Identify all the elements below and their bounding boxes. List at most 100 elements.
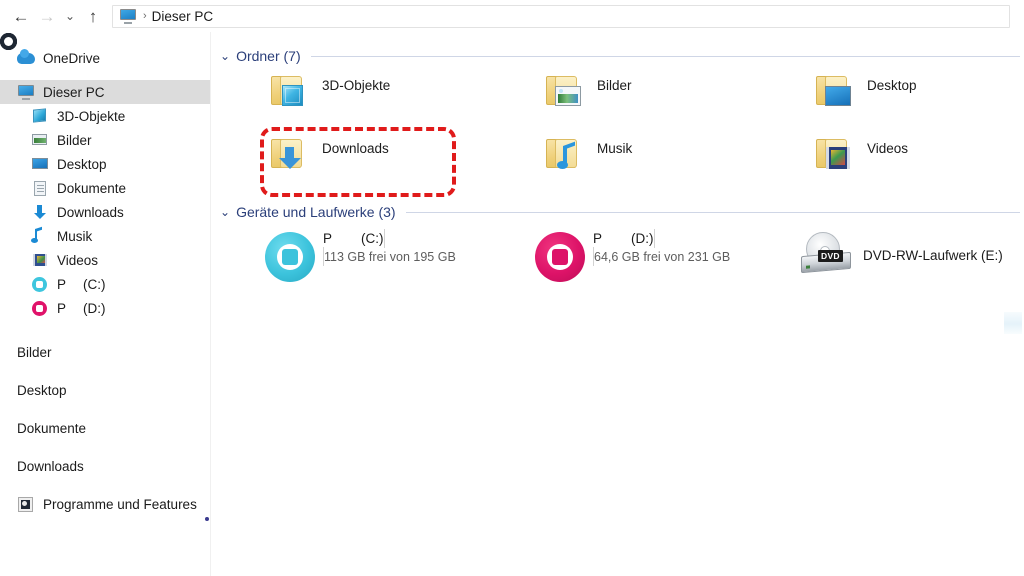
sidebar-quick-bilder[interactable]: Bilder: [0, 33, 210, 364]
3d-cube-overlay-icon: [282, 85, 303, 106]
sidebar-item-label: OneDrive: [43, 50, 101, 66]
dvd-drive-icon: DVD: [801, 232, 857, 276]
onedrive-cloud-icon: [17, 49, 35, 67]
group-title: Ordner (7): [236, 48, 301, 64]
sidebar-item-dieser-pc[interactable]: Dieser PC: [0, 80, 210, 104]
sidebar-quick-dokumente[interactable]: Dokumente: [0, 33, 210, 440]
drive-tile-c[interactable]: P (C:) 113 GB frei von 195 GB: [261, 229, 511, 290]
drive-free-text: 64,6 GB frei von 231 GB: [594, 250, 731, 264]
folder-tile-musik[interactable]: Musik: [541, 135, 632, 179]
drive-letter: (C:): [361, 231, 384, 246]
scroll-indicator-dot: [205, 517, 209, 521]
sidebar-drive-letter: (C:): [83, 276, 106, 292]
sidebar-item-label: Videos: [57, 252, 99, 268]
folder-tile-bilder[interactable]: Bilder: [541, 72, 632, 116]
folder-label: Musik: [597, 141, 633, 156]
sidebar-quick-programme[interactable]: Programme und Features: [0, 492, 210, 516]
navigation-pane[interactable]: OneDrive Dieser PC 3D-Objekte Bilder Des…: [0, 32, 211, 576]
drive-name: P: [593, 231, 603, 246]
folder-icon-videos: [811, 135, 859, 179]
sidebar-item-label: Dieser PC: [43, 84, 105, 100]
file-explorer-window: ← → ⌄ ↑ › Dieser PC OneDrive Dieser PC 3…: [0, 0, 1024, 576]
videos-icon: [31, 251, 49, 269]
desktop-icon: [31, 155, 49, 173]
forward-button[interactable]: →: [34, 3, 60, 29]
drive-letter: (D:): [631, 231, 654, 246]
folder-label: Downloads: [322, 141, 389, 156]
drive-tile-dvd[interactable]: DVD DVD-RW-Laufwerk (E:): [801, 230, 1024, 290]
dvd-badge-label: DVD: [818, 250, 843, 262]
folder-label: Videos: [867, 141, 909, 156]
navigation-bar: ← → ⌄ ↑ › Dieser PC: [0, 0, 1024, 32]
sidebar-item-label: Musik: [57, 228, 93, 244]
sidebar-item-label: 3D-Objekte: [57, 108, 126, 124]
up-button[interactable]: ↑: [80, 3, 106, 29]
picture-overlay-icon: [555, 86, 581, 106]
this-pc-icon: [118, 8, 138, 24]
folder-icon-downloads: [266, 135, 314, 179]
folder-icon-desktop: [811, 72, 859, 116]
optical-drive-label: DVD-RW-Laufwerk (E:): [863, 248, 1003, 263]
pictures-icon: [31, 131, 49, 149]
documents-icon: [31, 179, 49, 197]
folder-label: Desktop: [867, 78, 917, 93]
sidebar-item-label: Programme und Features: [43, 496, 197, 512]
sidebar-item-downloads[interactable]: Downloads: [0, 200, 210, 224]
group-separator: [405, 211, 1020, 213]
folder-label: Bilder: [597, 78, 632, 93]
sidebar-item-dokumente[interactable]: Dokumente: [0, 176, 210, 200]
programs-features-icon: [17, 495, 35, 513]
sidebar-item-desktop[interactable]: Desktop: [0, 152, 210, 176]
sidebar-item-label: Bilder: [57, 132, 92, 148]
recent-locations-button[interactable]: ⌄: [60, 3, 80, 29]
folder-icon-3d-objekte: [266, 72, 314, 116]
sidebar-item-label: Downloads: [17, 458, 84, 474]
drive-free-text: 113 GB frei von 195 GB: [324, 250, 456, 264]
film-overlay-icon: [826, 147, 850, 169]
drive-tile-d[interactable]: P (D:) 64,6 GB frei von 231 GB: [531, 229, 781, 290]
group-header-ordner[interactable]: ⌄ Ordner (7): [220, 46, 1020, 66]
downloads-arrow-icon: [31, 203, 49, 221]
3d-objects-icon: [31, 107, 49, 125]
download-arrow-overlay-icon: [278, 147, 301, 169]
chevron-down-icon[interactable]: ⌄: [220, 206, 230, 218]
folder-tile-videos[interactable]: Videos: [811, 135, 908, 179]
sidebar-item-label: Bilder: [17, 344, 52, 360]
breadcrumb-current[interactable]: Dieser PC: [152, 9, 214, 24]
folder-icon-musik: [541, 135, 589, 179]
sidebar-quick-desktop[interactable]: Desktop: [0, 33, 210, 402]
sidebar-item-onedrive[interactable]: OneDrive: [0, 46, 210, 70]
sidebar-item-label: Desktop: [57, 156, 107, 172]
sidebar-drive-name: P: [57, 276, 67, 292]
sidebar-item-musik[interactable]: Musik: [0, 224, 210, 248]
chevron-down-icon[interactable]: ⌄: [220, 50, 230, 62]
sidebar-item-label: Downloads: [57, 204, 124, 220]
sidebar-quick-downloads[interactable]: Downloads: [0, 33, 210, 478]
sidebar-item-drive-c[interactable]: P (C:): [0, 272, 210, 296]
group-separator: [310, 55, 1020, 57]
sidebar-item-label: Dokumente: [17, 420, 87, 436]
desktop-overlay-icon: [825, 86, 851, 106]
folder-tile-3d-objekte[interactable]: 3D-Objekte: [266, 72, 390, 116]
drive-c-icon: [31, 275, 49, 293]
sidebar-item-drive-d[interactable]: P (D:): [0, 296, 210, 320]
group-header-geraete[interactable]: ⌄ Geräte und Laufwerke (3): [220, 202, 1020, 222]
sidebar-item-videos[interactable]: Videos: [0, 248, 210, 272]
folder-tile-desktop[interactable]: Desktop: [811, 72, 917, 116]
back-button[interactable]: ←: [8, 3, 34, 29]
sidebar-drive-name: P: [57, 300, 67, 316]
breadcrumb-separator: ›: [143, 10, 147, 22]
right-edge-artifact: [1004, 312, 1022, 334]
folder-icon-bilder: [541, 72, 589, 116]
folder-label: 3D-Objekte: [322, 78, 391, 93]
sidebar-item-label: Desktop: [17, 382, 67, 398]
drive-c-disc-icon: [261, 230, 317, 286]
sidebar-item-bilder[interactable]: Bilder: [0, 128, 210, 152]
items-view[interactable]: ⌄ Ordner (7) 3D-Objekte Bilder Desktop D…: [211, 32, 1024, 576]
sidebar-drive-letter: (D:): [83, 300, 106, 316]
music-note-overlay-icon: [557, 146, 567, 169]
downloads-round-icon: [0, 33, 17, 50]
folder-tile-downloads[interactable]: Downloads: [266, 135, 389, 179]
address-bar[interactable]: › Dieser PC: [112, 4, 1010, 28]
sidebar-item-3d-objekte[interactable]: 3D-Objekte: [0, 104, 210, 128]
